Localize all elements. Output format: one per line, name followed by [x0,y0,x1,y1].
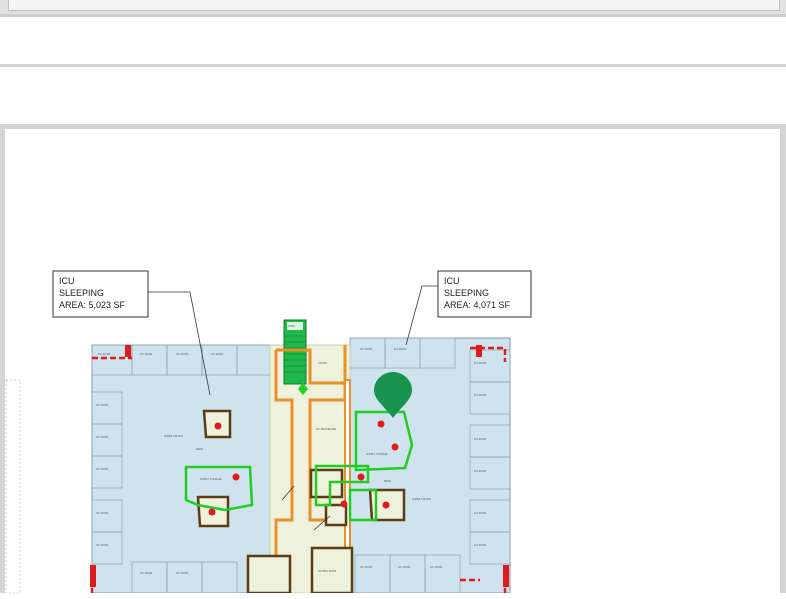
room-label: ICU ROOM [474,438,486,441]
room-label: MEDS [384,480,391,483]
room-label: ICU PROCEDURE [316,428,336,431]
room-label: ICU ROOM [96,512,108,515]
right-callout-line1: ICU [444,276,460,286]
left-callout-line3: AREA: 5,023 SF [59,300,126,310]
room-label: ICU ROOM [140,353,152,356]
adjacent-wing-outline [5,379,21,593]
right-callout-line3: AREA: 4,071 SF [444,300,511,310]
room-label: ICU ROOM [360,348,372,351]
room-label: WAITING ROOM [318,570,336,573]
room-label: SUPPLY STORAGE [366,453,388,456]
room-label: OFFICE [318,362,327,365]
left-callout-line1: ICU [59,276,75,286]
room-label: ICU ROOM [394,348,406,351]
room-label: ICU ROOM [98,353,110,356]
room-label: ICU ROOM [474,470,486,473]
room-label: NURSE STATION [164,435,183,438]
room-label: SUPPLY STORAGE [200,478,222,481]
right-callout-leader [405,285,438,346]
room-label: ICU ROOM [474,544,486,547]
room-label: ICU ROOM [474,394,486,397]
right-callout-line2: SLEEPING [444,288,489,298]
room-label: ICU ROOM [398,566,410,569]
corridor-wall-segment [344,379,351,561]
floor-plan-svg: STAIR ICU ROOM ICU ROOM ICU ROOM ICU ROO… [5,270,532,593]
room-label: ICU ROOM [474,512,486,515]
icu-sleeping-zone-left [91,344,271,593]
room-label: ICU ROOM [474,362,486,365]
room-label: ICU ROOM [96,468,108,471]
room-label: ICU ROOM [176,572,188,575]
room-label: MEDS [196,448,203,451]
room-label: ICU ROOM [176,353,188,356]
room-label: ICU ROOM [360,566,372,569]
room-label: ICU ROOM [96,436,108,439]
room-label: ICU ROOM [140,572,152,575]
room-label: ICU ROOM [96,404,108,407]
room-label: NURSE STATION [412,498,431,501]
room-label: ICU ROOM [211,353,223,356]
stair-label: STAIR [288,325,295,328]
room-label: ICU ROOM [96,544,108,547]
left-callout-line2: SLEEPING [59,288,104,298]
room-label: ICU ROOM [430,566,442,569]
